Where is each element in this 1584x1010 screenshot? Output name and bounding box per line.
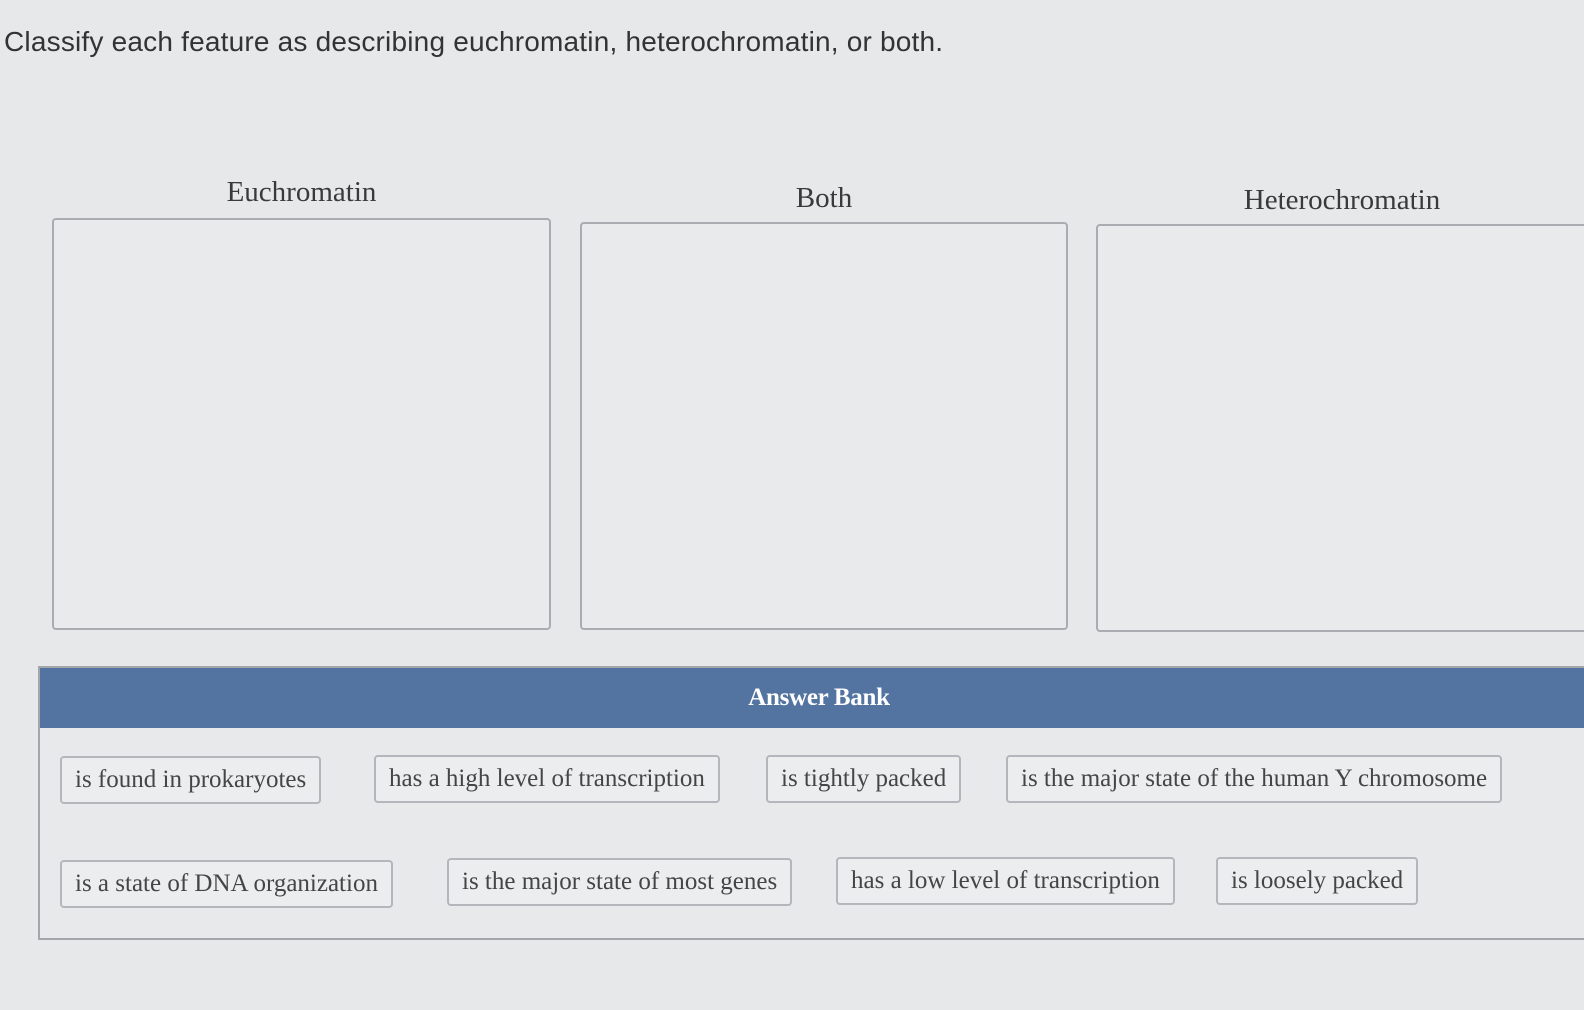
answer-chip-tightly-packed[interactable]: is tightly packed — [766, 755, 962, 803]
answer-chip-high-level-transcription[interactable]: has a high level of transcription — [374, 755, 720, 803]
bin-euchromatin: Euchromatin — [52, 172, 551, 630]
question-prompt: Classify each feature as describing euch… — [4, 26, 944, 57]
bin-both: Both — [580, 178, 1068, 630]
answer-bank: Answer Bank is found in prokaryotes has … — [38, 666, 1584, 940]
answer-chip-human-y-chromosome[interactable]: is the major state of the human Y chromo… — [1006, 755, 1503, 803]
bin-euchromatin-label: Euchromatin — [226, 176, 377, 208]
answer-chip-loosely-packed[interactable]: is loosely packed — [1216, 857, 1419, 905]
answer-chip-dna-organization[interactable]: is a state of DNA organization — [60, 860, 393, 908]
bin-euchromatin-dropzone[interactable] — [52, 218, 551, 630]
page: Classify each feature as describing euch… — [0, 0, 1584, 1010]
bin-both-label: Both — [795, 182, 853, 214]
answer-chip-most-genes[interactable]: is the major state of most genes — [447, 858, 793, 906]
answer-bank-title: Answer Bank — [40, 668, 1584, 728]
bin-heterochromatin-dropzone[interactable] — [1096, 224, 1584, 632]
bin-heterochromatin-label: Heterochromatin — [1243, 184, 1441, 216]
bin-heterochromatin: Heterochromatin — [1096, 180, 1584, 632]
answer-chip-low-level-transcription[interactable]: has a low level of transcription — [836, 857, 1175, 905]
bin-both-dropzone[interactable] — [580, 222, 1068, 630]
answer-chip-found-in-prokaryotes[interactable]: is found in prokaryotes — [60, 756, 322, 804]
